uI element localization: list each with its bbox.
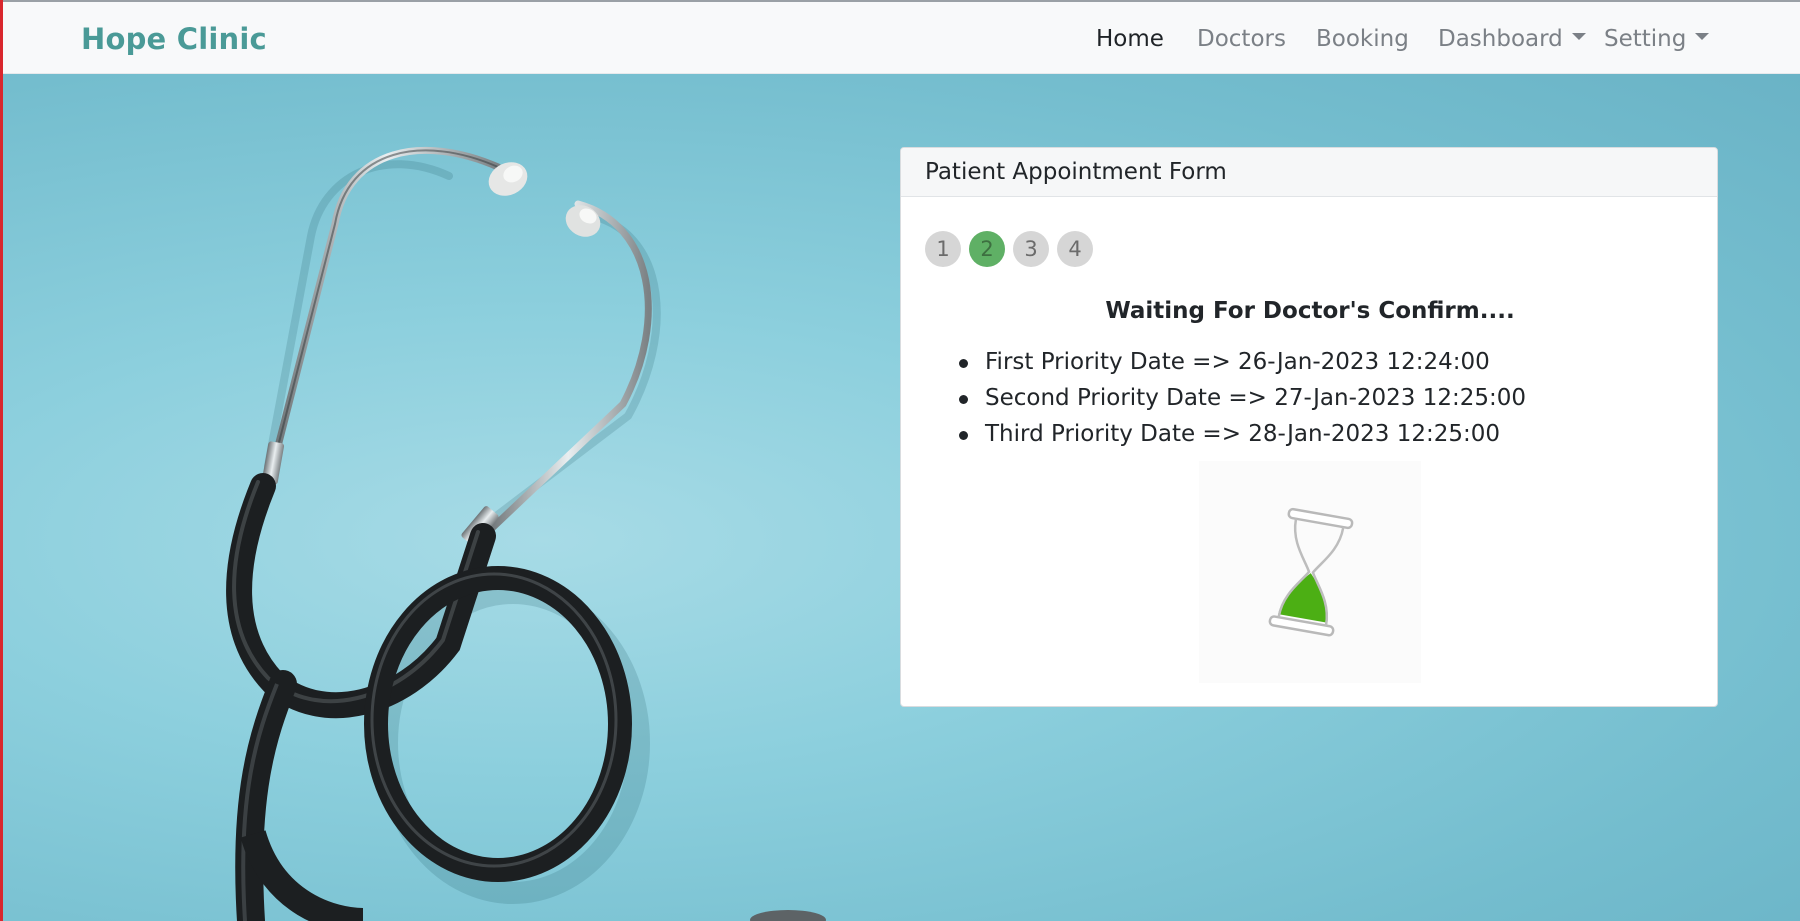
nav-setting-label: Setting bbox=[1604, 26, 1687, 52]
chevron-down-icon bbox=[1695, 33, 1710, 40]
step-indicator: 1 2 3 4 bbox=[925, 231, 1101, 267]
top-navbar: Hope Clinic Home Doctors Booking Dashboa… bbox=[3, 2, 1800, 74]
card-title: Patient Appointment Form bbox=[901, 148, 1717, 197]
nav-dashboard-label: Dashboard bbox=[1438, 26, 1563, 52]
window-left-border bbox=[0, 0, 3, 921]
nav-setting-dropdown[interactable]: Setting bbox=[1604, 26, 1710, 52]
appointment-form-card: Patient Appointment Form 1 2 3 4 Waiting… bbox=[900, 147, 1718, 707]
priority-date-first: First Priority Date => 26-Jan-2023 12:24… bbox=[957, 344, 1526, 380]
step-3[interactable]: 3 bbox=[1013, 231, 1049, 267]
priority-date-second: Second Priority Date => 27-Jan-2023 12:2… bbox=[957, 380, 1526, 416]
nav-doctors[interactable]: Doctors bbox=[1197, 26, 1286, 52]
nav-home[interactable]: Home bbox=[1096, 26, 1164, 52]
brand-logo[interactable]: Hope Clinic bbox=[81, 22, 267, 56]
step-4[interactable]: 4 bbox=[1057, 231, 1093, 267]
step-1[interactable]: 1 bbox=[925, 231, 961, 267]
priority-date-third: Third Priority Date => 28-Jan-2023 12:25… bbox=[957, 416, 1526, 452]
chevron-down-icon bbox=[1571, 33, 1586, 40]
nav-dashboard-dropdown[interactable]: Dashboard bbox=[1438, 26, 1586, 52]
nav-booking[interactable]: Booking bbox=[1316, 26, 1409, 52]
status-title: Waiting For Doctor's Confirm.... bbox=[1105, 298, 1515, 324]
loading-animation bbox=[1199, 461, 1421, 683]
step-2-current[interactable]: 2 bbox=[969, 231, 1005, 267]
window-top-border bbox=[0, 0, 1800, 2]
priority-date-list: First Priority Date => 26-Jan-2023 12:24… bbox=[957, 344, 1526, 452]
hourglass-icon bbox=[1268, 507, 1354, 637]
